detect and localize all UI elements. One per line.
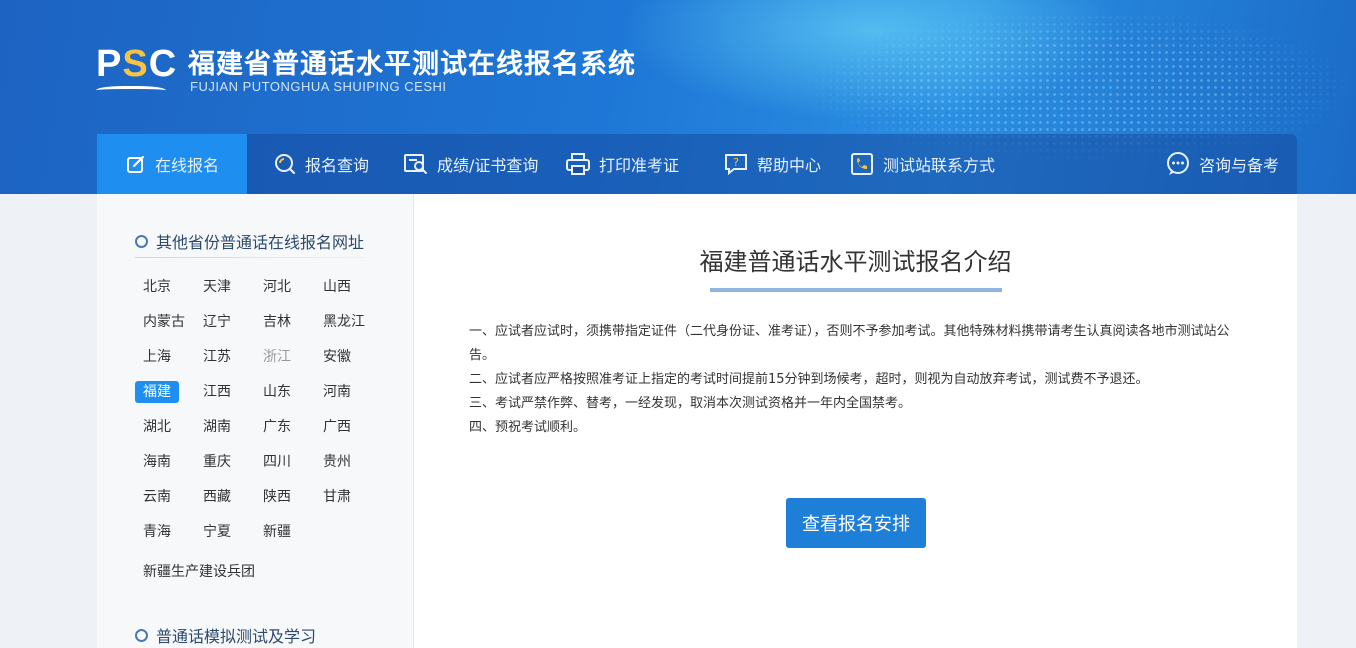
province-link[interactable]: 江西 — [195, 381, 239, 403]
province-link[interactable]: 新疆 — [255, 521, 299, 543]
nav-test-station-contact[interactable]: 测试站联系方式 — [849, 134, 995, 194]
help-icon: ? — [725, 154, 747, 176]
province-link[interactable]: 重庆 — [195, 451, 239, 473]
province-link[interactable]: 内蒙古 — [135, 311, 193, 333]
site-subtitle: FUJIAN PUTONGHUA SHUIPING CESHI — [190, 79, 447, 94]
province-link[interactable]: 湖北 — [135, 416, 179, 438]
chat-icon — [1167, 152, 1189, 175]
rule-item: 一、应试者应试时，须携带指定证件（二代身份证、准考证），否则不予参加考试。其他特… — [469, 324, 1230, 363]
nav-label: 在线报名 — [154, 156, 219, 175]
sidebar: 其他省份普通话在线报名网址 北京 天津 河北 山西内蒙古 辽宁 吉林 黑龙江上海 江苏 浙江 安徽… — [97, 194, 414, 648]
nav-score-certificate-query[interactable]: 成绩/证书查询 — [403, 134, 538, 194]
province-link[interactable]: 山西 — [315, 276, 359, 298]
main-nav: 在线报名 报名查询 成绩/证书查询 打印准考证 ? 帮助中心 测试站联系方式 咨… — [97, 134, 1297, 194]
logo-letter-c: C — [148, 43, 178, 85]
rule-item: 三、考试严禁作弊、替考，一经发现，取消本次测试资格并一年内全国禁考。 — [469, 396, 912, 411]
province-link[interactable]: 江苏 — [195, 346, 239, 368]
province-link[interactable]: 安徽 — [315, 346, 359, 368]
province-link[interactable]: 上海 — [135, 346, 179, 368]
rules-text: 一、应试者应试时，须携带指定证件（二代身份证、准考证），否则不予参加考试。其他特… — [469, 320, 1249, 440]
edit-icon — [126, 155, 145, 173]
phone-icon — [851, 153, 873, 175]
psc-logo: PSC — [96, 43, 176, 97]
province-link[interactable]: 海南 — [135, 451, 179, 473]
nav-label: 成绩/证书查询 — [437, 156, 539, 175]
certificate-search-icon — [404, 154, 427, 174]
nav-print-admission-ticket[interactable]: 打印准考证 — [565, 134, 679, 194]
nav-label: 帮助中心 — [757, 156, 822, 175]
page-title: 福建普通话水平测试报名介绍 — [699, 248, 1012, 276]
section-divider — [135, 257, 365, 258]
province-link[interactable]: 辽宁 — [195, 311, 239, 333]
circle-bullet-icon — [135, 234, 148, 248]
svg-text:?: ? — [733, 156, 739, 169]
header-banner: PSC 福建省普通话水平测试在线报名系统 FUJIAN PUTONGHUA SH… — [0, 0, 1356, 194]
province-link[interactable]: 贵州 — [315, 451, 359, 473]
province-link[interactable]: 河南 — [315, 381, 359, 403]
province-link[interactable]: 西藏 — [195, 486, 239, 508]
province-link[interactable]: 云南 — [135, 486, 179, 508]
logo-book-icon — [96, 86, 166, 97]
province-link[interactable]: 广西 — [315, 416, 359, 438]
main-content: 福建普通话水平测试报名介绍 一、应试者应试时，须携带指定证件（二代身份证、准考证… — [414, 194, 1297, 648]
province-link[interactable]: 甘肃 — [315, 486, 359, 508]
province-link-xinjiang-bingtuan[interactable]: 新疆生产建设兵团 — [135, 561, 263, 583]
province-link[interactable]: 吉林 — [255, 311, 299, 333]
rule-item: 二、应试者应严格按照准考证上指定的考试时间提前15分钟到场候考，超时，则视为自动… — [469, 372, 1149, 387]
section-title-mock-test: 普通话模拟测试及学习 — [135, 623, 316, 647]
nav-help-center[interactable]: ? 帮助中心 — [723, 134, 821, 194]
nav-online-registration[interactable]: 在线报名 — [97, 134, 247, 194]
province-link[interactable]: 河北 — [255, 276, 299, 298]
province-link[interactable]: 天津 — [195, 276, 239, 298]
logo-letter-s: S — [122, 43, 149, 85]
province-link[interactable]: 四川 — [255, 451, 299, 473]
province-link: 浙江 — [263, 349, 291, 365]
nav-label: 打印准考证 — [599, 156, 680, 175]
site-title: 福建省普通话水平测试在线报名系统 — [188, 49, 636, 80]
province-link[interactable]: 山东 — [255, 381, 299, 403]
section-title-label: 普通话模拟测试及学习 — [156, 627, 317, 646]
province-link[interactable]: 宁夏 — [195, 521, 239, 543]
rule-item: 四、预祝考试顺利。 — [469, 420, 587, 435]
province-link[interactable]: 广东 — [255, 416, 299, 438]
province-link[interactable]: 黑龙江 — [315, 311, 373, 333]
province-link[interactable]: 湖南 — [195, 416, 239, 438]
view-schedule-button[interactable]: 查看报名安排 — [786, 498, 926, 548]
search-icon — [275, 154, 296, 175]
circle-bullet-icon — [135, 628, 148, 642]
logo-letter-p: P — [96, 43, 123, 85]
title-underline — [710, 288, 1002, 292]
section-title-label: 其他省份普通话在线报名网址 — [156, 233, 365, 252]
printer-icon — [566, 153, 590, 175]
province-link[interactable]: 福建 — [135, 381, 179, 403]
province-link[interactable]: 青海 — [135, 521, 179, 543]
province-link[interactable]: 北京 — [135, 276, 179, 298]
nav-registration-query[interactable]: 报名查询 — [273, 134, 369, 194]
nav-consult-prep[interactable]: 咨询与备考 — [1165, 134, 1279, 194]
nav-label: 报名查询 — [305, 156, 370, 175]
nav-label: 测试站联系方式 — [883, 156, 996, 175]
nav-label: 咨询与备考 — [1199, 156, 1280, 175]
section-title-other-provinces: 其他省份普通话在线报名网址 — [135, 229, 364, 253]
province-link[interactable]: 陕西 — [255, 486, 299, 508]
